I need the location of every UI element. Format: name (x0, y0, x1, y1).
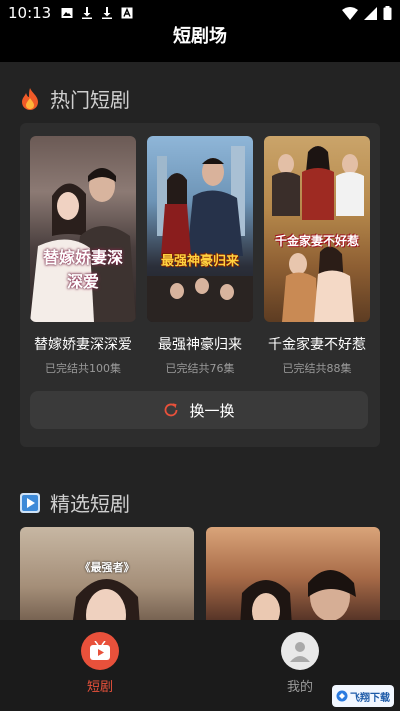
poster-figures (240, 570, 356, 620)
section-title: 精选短剧 (50, 492, 130, 516)
swap-button[interactable]: 换一换 (30, 391, 368, 429)
app-notification-icon (121, 7, 133, 19)
battery-icon (383, 6, 392, 20)
drama-episode-info: 已完结共100集 (45, 362, 121, 375)
tab-label: 短剧 (86, 680, 113, 695)
play-icon (20, 492, 40, 513)
drama-title[interactable]: 替嫁娇妻深深爱 (23, 334, 143, 354)
bottom-tab-bar: 短剧 我的 飞翔下载 (0, 620, 400, 711)
user-icon (290, 642, 310, 662)
download-icon (82, 7, 93, 19)
swap-button-label: 换一换 (189, 401, 235, 420)
wifi-icon (342, 6, 358, 20)
refresh-icon (165, 403, 178, 417)
section-title: 热门短剧 (50, 88, 130, 112)
watermark-logo: 飞翔下载 (332, 685, 394, 707)
fire-icon (22, 87, 38, 110)
featured-drama-card[interactable] (206, 527, 380, 620)
mine-tab-icon (281, 632, 319, 670)
drama-episode-info: 已完结共88集 (282, 362, 352, 375)
poster-figures (272, 146, 364, 322)
hot-dramas-panel: 替嫁娇妻深深爱 替嫁娇妻深深爱 已完结共100集 最强神豪归来 最强神豪归来 已… (20, 123, 380, 447)
drama-card[interactable]: 最强神豪归来 最强神豪归来 已完结共76集 (147, 136, 253, 376)
drama-episode-info: 已完结共76集 (165, 362, 235, 375)
watermark-text: 飞翔下载 (350, 692, 390, 704)
hot-section-header: 热门短剧 (20, 84, 130, 113)
drama-poster[interactable]: 替嫁娇妻深深爱 (30, 136, 136, 322)
drama-card[interactable]: 替嫁娇妻深深爱 替嫁娇妻深深爱 已完结共100集 (30, 136, 136, 376)
system-icons (342, 6, 392, 20)
poster-title-art: 替嫁娇妻深深爱 (42, 248, 123, 291)
tab-mine[interactable]: 我的 (260, 632, 340, 695)
notification-icons (61, 7, 133, 19)
watermark-icon (336, 690, 348, 702)
download-icon (102, 7, 113, 19)
selected-section-header: 精选短剧 (20, 488, 130, 517)
poster-figures (30, 168, 136, 322)
poster-figures (147, 146, 253, 322)
drama-poster[interactable]: 千金家妻不好惹 (264, 136, 370, 322)
status-time: 10:13 (8, 4, 52, 22)
tab-short-drama[interactable]: 短剧 (60, 632, 140, 695)
page-title: 短剧场 (173, 26, 227, 47)
drama-card[interactable]: 千金家妻不好惹 千金家妻不好惹 已完结共88集 (264, 136, 370, 376)
image-notification-icon (61, 8, 73, 18)
poster-title-art: 最强神豪归来 (160, 254, 239, 269)
featured-drama-card[interactable]: 《最强者》 (20, 527, 194, 620)
poster-title-art: 千金家妻不好惹 (274, 234, 359, 248)
drama-title[interactable]: 千金家妻不好惹 (257, 334, 377, 354)
signal-icon (364, 6, 377, 20)
poster-title-art: 《最强者》 (79, 561, 135, 574)
drama-poster[interactable]: 最强神豪归来 (147, 136, 253, 322)
tv-icon (90, 641, 110, 660)
short-drama-tab-icon (81, 632, 119, 670)
drama-title[interactable]: 最强神豪归来 (140, 334, 260, 354)
main-content: 热门短剧 替嫁娇妻深深爱 替嫁娇妻深深爱 已完结共100集 最强神豪归来 最强神… (0, 62, 400, 620)
tab-label: 我的 (286, 680, 313, 695)
